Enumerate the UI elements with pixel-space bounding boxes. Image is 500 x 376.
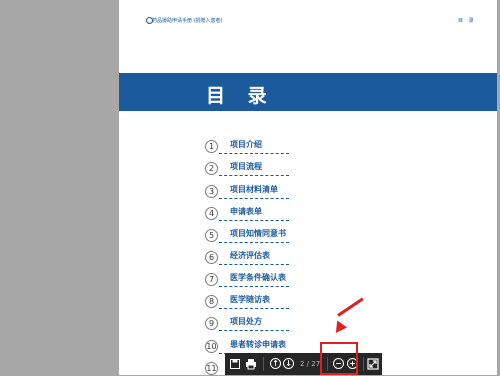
toc-number: 7 <box>205 273 218 286</box>
toc-number: 1 <box>205 140 218 153</box>
toc-number: 4 <box>205 207 218 220</box>
toc-number: 11 <box>205 362 218 375</box>
toc-item[interactable]: 4 申请表单 <box>205 205 289 221</box>
toc-number: 10 <box>205 340 218 353</box>
toc-label: 项目介绍 <box>230 140 262 149</box>
toc-label: 项目材料清单 <box>230 185 278 194</box>
toc-dotted-line <box>219 308 289 309</box>
print-icon[interactable] <box>245 358 257 370</box>
toc-label: 患者转诊申请表 <box>230 340 286 349</box>
toc-label: 申请表单 <box>230 207 262 216</box>
toc-dotted-line <box>219 153 289 154</box>
save-icon[interactable] <box>229 358 241 370</box>
toc-label: 医学随访表 <box>230 295 270 304</box>
toc-item[interactable]: 1 项目介绍 <box>205 138 289 154</box>
banner-title: 目 录 <box>206 85 275 107</box>
toc-item[interactable]: 6 经济评估表 <box>205 249 289 265</box>
toc-number: 8 <box>205 295 218 308</box>
toc-label: 项目处方 <box>230 317 262 326</box>
toc-number: 6 <box>205 251 218 264</box>
toc-dotted-line <box>219 198 289 199</box>
toolbar-divider <box>363 357 364 371</box>
toc-number: 2 <box>205 162 218 175</box>
toc-item[interactable]: 10 患者转诊申请表 <box>205 338 289 354</box>
toc-number: 9 <box>205 317 218 330</box>
pdf-viewer-toolbar: ↑ ↓ 2 / 27 − + <box>225 353 382 375</box>
toc-item[interactable]: 5 项目知情同意书 <box>205 227 289 243</box>
toc-number: 5 <box>205 229 218 242</box>
toc-item[interactable]: 7 医学条件确认表 <box>205 271 289 287</box>
document-header-title: 药品援助申请手册 (捐赠入患者) <box>152 18 223 24</box>
zoom-controls-highlight-box <box>320 342 358 375</box>
section-banner <box>119 73 497 111</box>
pdf-page <box>119 0 497 375</box>
print-icon-svg <box>246 359 256 370</box>
toc-dotted-line <box>219 330 289 331</box>
toc-label: 经济评估表 <box>230 251 270 260</box>
toc-item[interactable]: 2 项目流程 <box>205 160 289 176</box>
toolbar-divider <box>263 357 264 371</box>
next-page-icon[interactable]: ↓ <box>283 358 294 369</box>
fullscreen-icon-svg <box>367 358 379 370</box>
toc-dotted-line <box>219 286 289 287</box>
toc-number: 3 <box>205 185 218 198</box>
toc-item[interactable]: 9 项目处方 <box>205 315 289 331</box>
toc-dotted-line <box>219 264 289 265</box>
toc-dotted-line <box>219 242 289 243</box>
toc-label: 项目流程 <box>230 162 262 171</box>
document-header-section: 目 录 <box>458 18 476 24</box>
toc-item[interactable]: 3 项目材料清单 <box>205 183 289 199</box>
toc-label: 项目知情同意书 <box>230 229 286 238</box>
toc-dotted-line <box>219 220 289 221</box>
toc-dotted-line <box>219 175 289 176</box>
previous-page-icon[interactable]: ↑ <box>270 358 281 369</box>
fullscreen-icon[interactable] <box>367 358 379 370</box>
save-icon-svg <box>230 359 240 369</box>
toc-label: 医学条件确认表 <box>230 273 286 282</box>
toc-item[interactable]: 8 医学随访表 <box>205 293 289 309</box>
